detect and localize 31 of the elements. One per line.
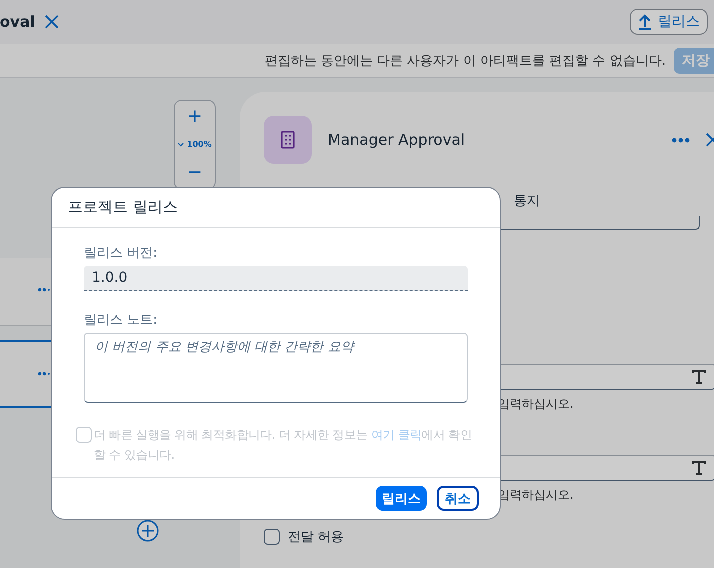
field-label: 릴리스 노트: [84,312,159,329]
checkbox-label: 더 빠른 실행을 위해 최적화합니다. 더 자세한 정보는 여기 클릭에서 확인할 수 있습니다. [94,427,473,464]
panel-title: Manager Approval [328,131,466,149]
version-field[interactable]: 1.0.0 [84,266,468,291]
zoom-out-button[interactable]: − [187,164,203,182]
zoom-in-button[interactable]: + [187,108,203,126]
chevron-down-icon [178,142,184,147]
field-hint: 입력하십시오. [498,487,575,504]
close-icon[interactable] [706,133,714,147]
add-icon[interactable] [137,520,159,542]
text-icon [691,460,707,476]
document-title: oval [0,13,36,31]
info-message: 편집하는 동안에는 다른 사용자가 이 아티팩트를 편집할 수 없습니다. [264,52,666,70]
field-hint: 입력하십시오. [498,396,575,413]
tab[interactable]: 통지 [514,192,540,210]
more-icon[interactable] [672,138,690,142]
checkbox-label: 전달 허용 [288,529,344,546]
release-button[interactable]: 릴리스 [376,486,427,511]
dialog-title: 프로젝트 릴리스 [52,188,500,228]
checkbox[interactable] [264,529,280,545]
more-icon[interactable] [38,372,50,376]
form-icon [264,116,312,164]
upload-icon [638,14,652,30]
text-icon [691,369,707,385]
close-icon[interactable] [45,15,60,29]
field-label: 릴리스 버전: [84,245,159,262]
more-icon[interactable] [38,288,50,292]
zoom-level[interactable]: 100% [178,140,212,150]
cancel-button[interactable]: 취소 [437,486,479,511]
notes-field[interactable]: 이 버전의 주요 변경사항에 대한 간략한 요약 [84,333,468,403]
release-button[interactable]: 릴리스 [630,9,708,35]
